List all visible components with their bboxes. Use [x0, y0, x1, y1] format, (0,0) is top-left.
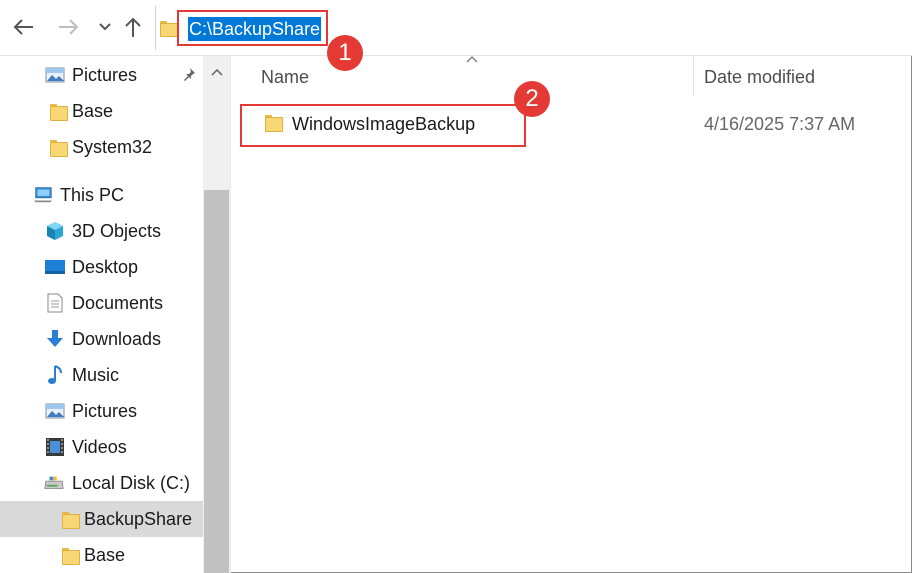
sidebar-item-3d-objects[interactable]: 3D Objects: [0, 213, 203, 249]
callout-box-folder: [240, 104, 526, 147]
sidebar-item-label: 3D Objects: [72, 220, 162, 241]
folder-icon: [46, 138, 68, 157]
back-button[interactable]: [10, 12, 36, 42]
chevron-down-icon: [99, 23, 111, 31]
sidebar-item-label: This PC: [60, 184, 125, 205]
sidebar-item-label: BackupShare: [84, 508, 193, 529]
up-button[interactable]: [120, 12, 146, 42]
address-divider: [155, 6, 156, 50]
sidebar-item-backupshare[interactable]: BackupShare: [0, 501, 203, 537]
sidebar-item-base-sub[interactable]: Base: [0, 537, 203, 573]
folder-icon: [58, 546, 80, 565]
computer-icon: [33, 186, 53, 204]
sidebar-item-system32[interactable]: System32: [0, 129, 203, 165]
sidebar-item-label: Pictures: [72, 400, 138, 421]
arrow-right-icon: [59, 19, 79, 35]
column-header-name[interactable]: Name: [261, 67, 309, 88]
sidebar-item-music[interactable]: Music: [0, 357, 203, 393]
pane-divider: [230, 56, 231, 573]
navigation-bar: C:\BackupShare: [0, 0, 912, 56]
pin-icon[interactable]: [182, 67, 196, 84]
folder-icon: [58, 510, 80, 529]
navigation-pane: Pictures Base System32 This PC 3D Object…: [0, 56, 230, 573]
sidebar-item-label: Desktop: [72, 256, 139, 277]
sidebar-item-label: Videos: [72, 436, 127, 457]
sidebar-item-label: Documents: [72, 292, 164, 313]
sidebar-item-pictures-quick[interactable]: Pictures: [0, 57, 203, 93]
sidebar-item-label: Pictures: [72, 64, 138, 85]
sidebar-item-pictures[interactable]: Pictures: [0, 393, 203, 429]
sidebar-item-label: System32: [72, 136, 153, 157]
folder-icon: [46, 102, 68, 121]
3d-objects-icon: [45, 222, 65, 240]
pictures-icon: [45, 402, 65, 420]
sidebar-item-label: Music: [72, 364, 120, 385]
sidebar-item-label: Base: [84, 544, 126, 565]
scroll-up-button[interactable]: [203, 60, 230, 84]
scrollbar-thumb[interactable]: [204, 190, 229, 573]
downloads-icon: [45, 330, 65, 348]
sidebar-item-label: Base: [72, 100, 114, 121]
sidebar-item-desktop[interactable]: Desktop: [0, 249, 203, 285]
chevron-up-icon: [210, 68, 223, 76]
sidebar-item-base[interactable]: Base: [0, 93, 203, 129]
column-header-date-modified[interactable]: Date modified: [704, 67, 815, 88]
sidebar-item-downloads[interactable]: Downloads: [0, 321, 203, 357]
sidebar-item-local-disk[interactable]: Local Disk (C:): [0, 465, 203, 501]
file-date-modified: 4/16/2025 7:37 AM: [704, 114, 856, 134]
arrow-left-icon: [13, 19, 33, 35]
step-badge-2: 2: [514, 81, 550, 117]
videos-icon: [45, 438, 65, 456]
music-icon: [45, 365, 65, 384]
forward-button[interactable]: [56, 12, 82, 42]
step-badge-1: 1: [327, 35, 363, 71]
sidebar-item-videos[interactable]: Videos: [0, 429, 203, 465]
sort-ascending-icon: [466, 50, 478, 66]
arrow-up-icon: [125, 17, 141, 37]
recent-locations-button[interactable]: [92, 12, 118, 42]
documents-icon: [45, 293, 65, 313]
desktop-icon: [45, 258, 65, 276]
sidebar-item-documents[interactable]: Documents: [0, 285, 203, 321]
drive-icon: [44, 474, 64, 492]
sidebar-item-this-pc[interactable]: This PC: [0, 177, 203, 213]
sidebar-item-label: Local Disk (C:): [72, 472, 191, 493]
column-divider[interactable]: [693, 56, 694, 96]
pictures-icon: [45, 66, 65, 84]
sidebar-item-label: Downloads: [72, 328, 162, 349]
callout-box-address: [177, 10, 328, 46]
folder-icon: [160, 21, 178, 37]
